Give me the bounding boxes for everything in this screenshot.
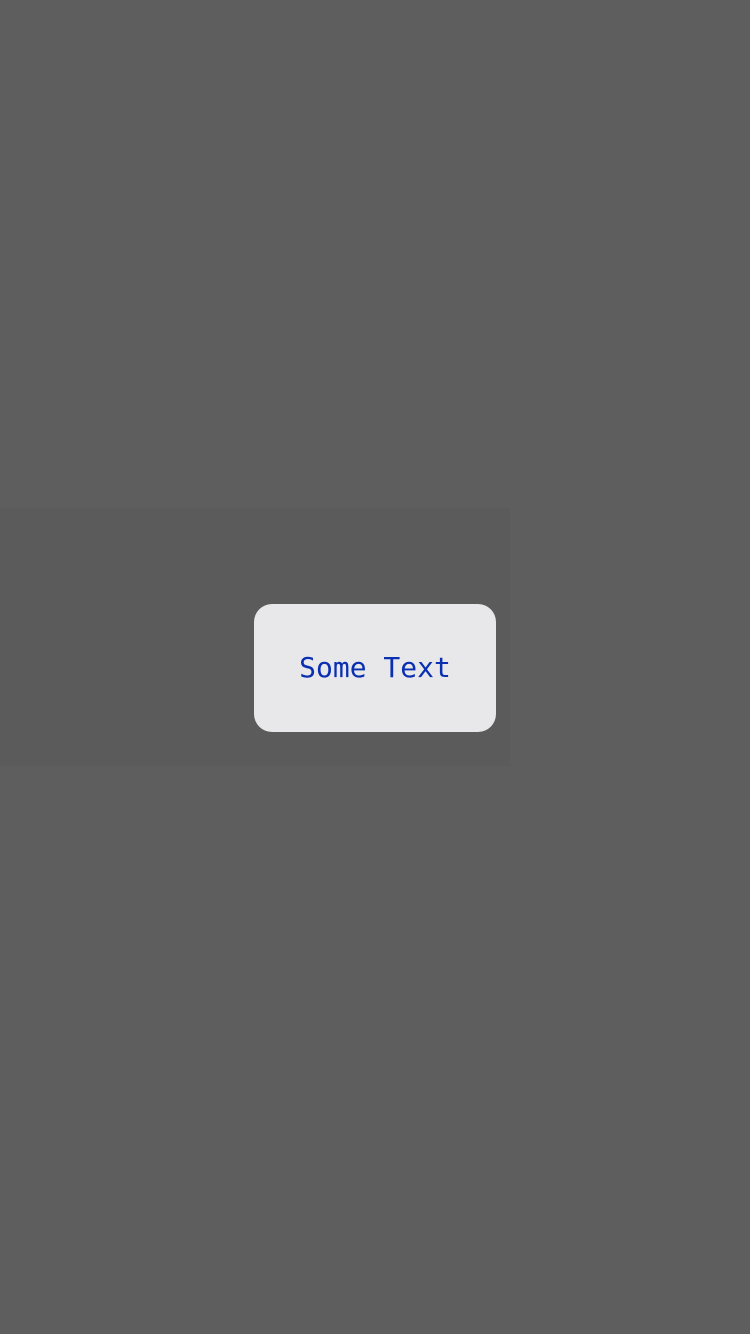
toast-label: Some Text bbox=[299, 651, 451, 684]
toast-popup[interactable]: Some Text bbox=[254, 604, 496, 732]
screen: { "toast": { "text": "Some Text" }, "col… bbox=[0, 0, 750, 1334]
